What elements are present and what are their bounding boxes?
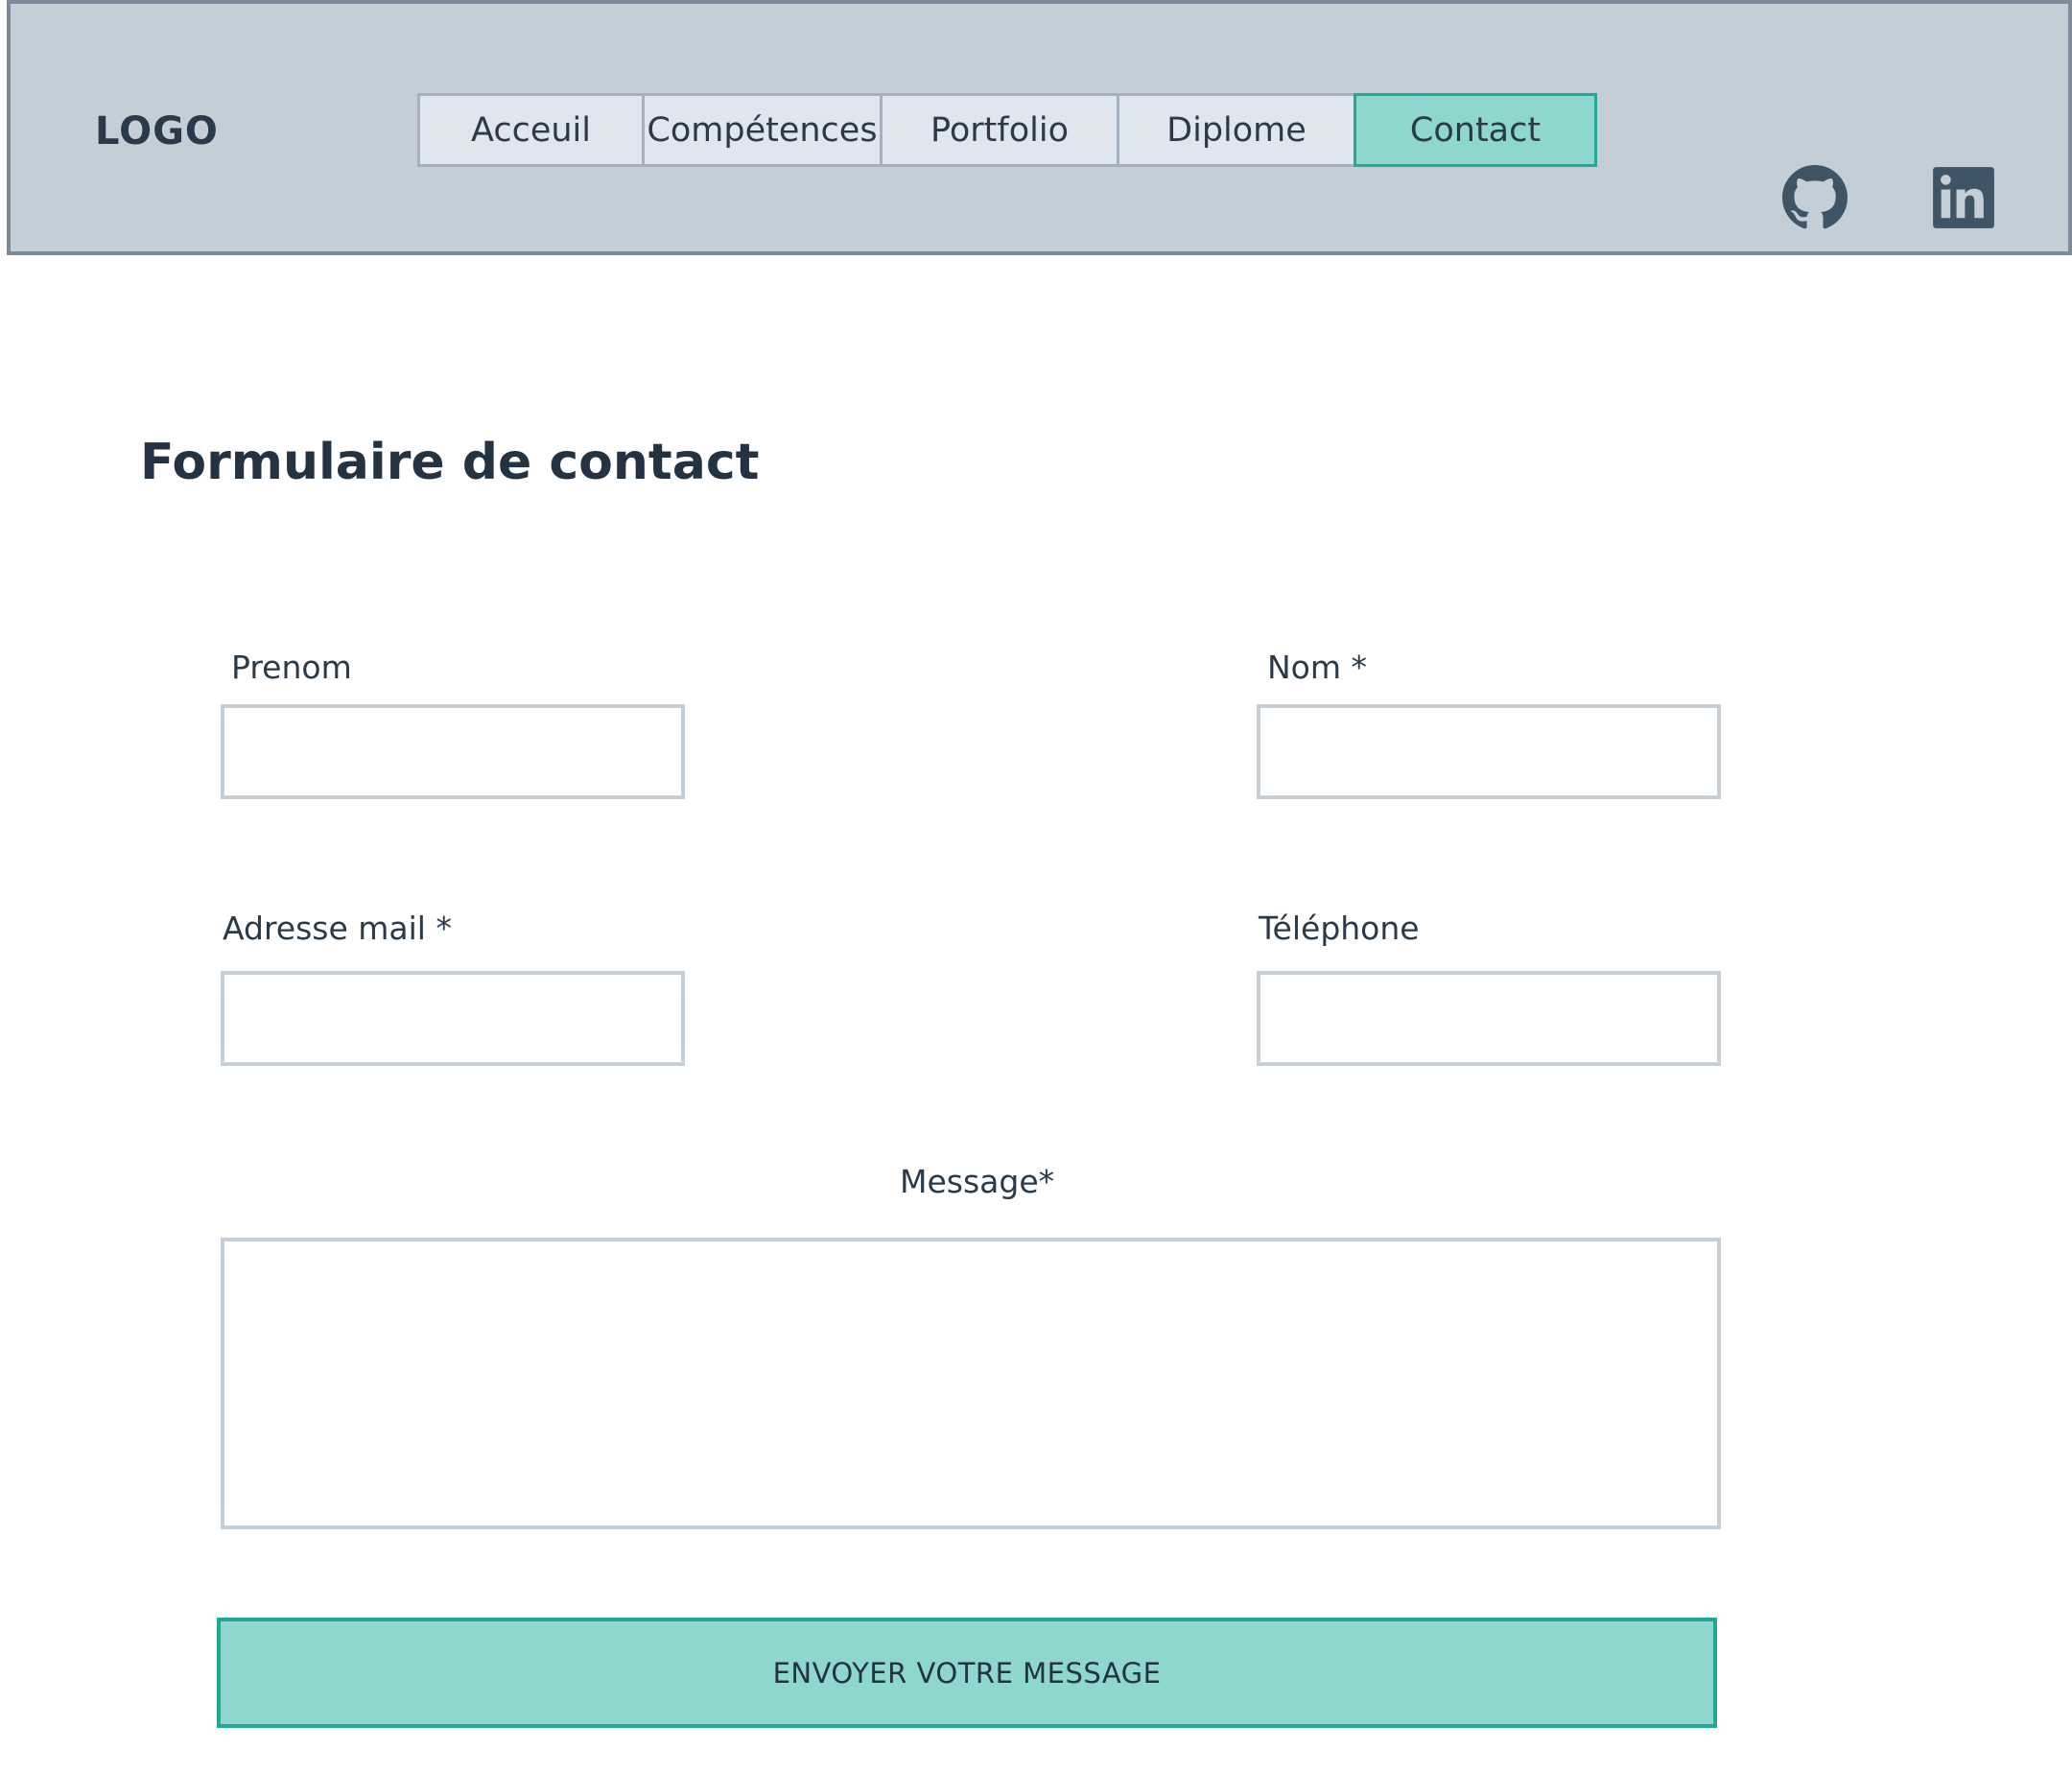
submit-button[interactable]: ENVOYER VOTRE MESSAGE bbox=[217, 1618, 1717, 1728]
github-link[interactable] bbox=[1782, 165, 1848, 230]
linkedin-link[interactable] bbox=[1931, 165, 1996, 230]
nav-item-acceuil[interactable]: Acceuil bbox=[417, 93, 645, 167]
logo[interactable]: LOGO bbox=[95, 109, 219, 154]
site-header: LOGO Acceuil Compétences Portfolio Diplo… bbox=[7, 0, 2072, 255]
telephone-input[interactable] bbox=[1257, 971, 1721, 1066]
linkedin-icon bbox=[1933, 167, 1994, 228]
email-label: Adresse mail * bbox=[223, 910, 452, 947]
nav-item-diplome[interactable]: Diplome bbox=[1117, 93, 1356, 167]
page-title: Formulaire de contact bbox=[140, 434, 760, 491]
main-nav: Acceuil Compétences Portfolio Diplome Co… bbox=[417, 93, 1597, 167]
nav-item-contact[interactable]: Contact bbox=[1354, 93, 1597, 167]
github-icon bbox=[1782, 165, 1848, 229]
nom-input[interactable] bbox=[1257, 704, 1721, 799]
nav-item-competences[interactable]: Compétences bbox=[642, 93, 883, 167]
prenom-label: Prenom bbox=[231, 649, 352, 686]
message-textarea[interactable] bbox=[221, 1238, 1721, 1529]
email-input[interactable] bbox=[221, 971, 685, 1066]
message-label: Message* bbox=[900, 1163, 1055, 1200]
nom-label: Nom * bbox=[1267, 649, 1368, 686]
prenom-input[interactable] bbox=[221, 704, 685, 799]
nav-item-portfolio[interactable]: Portfolio bbox=[880, 93, 1119, 167]
telephone-label: Téléphone bbox=[1259, 910, 1420, 947]
